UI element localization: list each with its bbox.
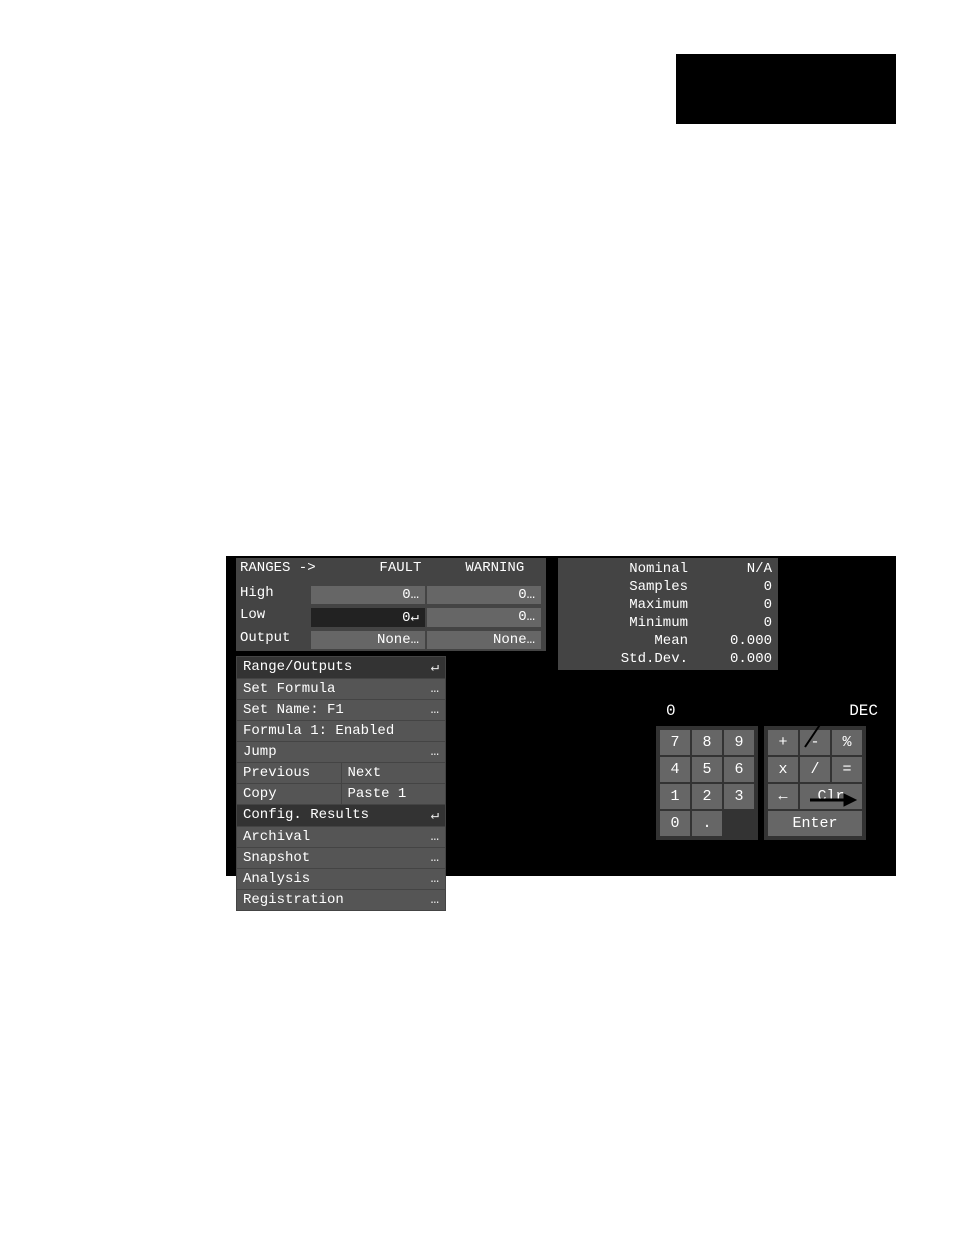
menu-archival-label: Archival <box>243 829 310 845</box>
ranges-title: RANGES -> <box>240 560 353 576</box>
menu-copy[interactable]: Copy <box>237 784 341 804</box>
menu-range-outputs[interactable]: Range/Outputs ↵ <box>237 657 445 678</box>
stats-samples-label: Samples <box>564 579 702 595</box>
ranges-col-warning: WARNING <box>448 560 542 576</box>
calc-key-dot[interactable]: . <box>692 811 722 836</box>
ranges-col-fault: FAULT <box>353 560 447 576</box>
ranges-output-fault[interactable]: None… <box>311 631 425 649</box>
calc-key-blank <box>724 811 754 836</box>
calc-key-3[interactable]: 3 <box>724 784 754 809</box>
calc-key-0[interactable]: 0 <box>660 811 690 836</box>
ranges-high-label: High <box>240 585 310 605</box>
ranges-low-label: Low <box>240 607 310 628</box>
stats-mean-label: Mean <box>564 633 702 649</box>
stats-nominal-value: N/A <box>702 561 772 577</box>
stats-mean-value: 0.000 <box>702 633 772 649</box>
stats-minimum-label: Minimum <box>564 615 702 631</box>
calc-key-1[interactable]: 1 <box>660 784 690 809</box>
ranges-row-high: High 0… 0… <box>236 584 546 606</box>
arrow-callout-icon <box>800 672 860 752</box>
stats-maximum-value: 0 <box>702 597 772 613</box>
stats-panel: Nominal N/A Samples 0 Maximum 0 Minimum … <box>558 558 778 670</box>
calc-key-6[interactable]: 6 <box>724 757 754 782</box>
menu-set-formula-label: Set Formula <box>243 681 335 697</box>
stats-samples: Samples 0 <box>558 578 778 596</box>
calc-key-5[interactable]: 5 <box>692 757 722 782</box>
menu-snapshot[interactable]: Snapshot … <box>237 848 445 868</box>
menu-copy-paste: Copy Paste 1 <box>237 784 445 804</box>
more-icon: … <box>431 681 439 697</box>
menu-config-results[interactable]: Config. Results ↵ <box>237 805 445 826</box>
menu-previous[interactable]: Previous <box>237 763 341 783</box>
calc-key-div[interactable]: / <box>800 757 830 782</box>
menu-set-name[interactable]: Set Name: F1 … <box>237 700 445 720</box>
stats-minimum: Minimum 0 <box>558 614 778 632</box>
ranges-low-warning[interactable]: 0… <box>427 608 541 627</box>
menu-formula1[interactable]: Formula 1: Enabled <box>237 721 445 741</box>
stats-stddev-value: 0.000 <box>702 651 772 667</box>
embedded-screenshot: RANGES -> FAULT WARNING High 0… 0… Low 0… <box>226 556 896 876</box>
more-icon: … <box>431 871 439 887</box>
menu-formula1-label: Formula 1: Enabled <box>243 723 394 739</box>
menu-jump[interactable]: Jump … <box>237 742 445 762</box>
stats-samples-value: 0 <box>702 579 772 595</box>
calc-key-plus[interactable]: + <box>768 730 798 755</box>
ranges-row-low: Low 0↵ 0… <box>236 606 546 629</box>
calc-key-enter[interactable]: Enter <box>768 811 862 836</box>
stats-mean: Mean 0.000 <box>558 632 778 650</box>
stats-stddev-label: Std.Dev. <box>564 651 702 667</box>
menu-set-name-label: Set Name: F1 <box>243 702 344 718</box>
ranges-high-warning[interactable]: 0… <box>427 586 541 604</box>
more-icon: … <box>431 744 439 760</box>
aside-menu: Range/Outputs ↵ Set Formula … Set Name: … <box>236 656 446 911</box>
menu-snapshot-label: Snapshot <box>243 850 310 866</box>
calc-numpad: 7 8 9 4 5 6 1 2 3 0 . <box>656 726 758 840</box>
stats-maximum-label: Maximum <box>564 597 702 613</box>
calc-key-mul[interactable]: x <box>768 757 798 782</box>
ranges-low-fault[interactable]: 0↵ <box>311 608 425 627</box>
calc-key-2[interactable]: 2 <box>692 784 722 809</box>
stats-nominal: Nominal N/A <box>558 560 778 578</box>
stats-nominal-label: Nominal <box>564 561 702 577</box>
header-block <box>676 54 896 124</box>
more-icon: … <box>431 892 439 908</box>
menu-paste[interactable]: Paste 1 <box>342 784 446 804</box>
ranges-panel: RANGES -> FAULT WARNING High 0… 0… Low 0… <box>236 558 546 651</box>
ranges-header: RANGES -> FAULT WARNING <box>236 558 546 578</box>
ranges-output-warning[interactable]: None… <box>427 631 541 649</box>
menu-range-outputs-label: Range/Outputs <box>243 659 352 676</box>
menu-config-results-label: Config. Results <box>243 807 369 824</box>
menu-archival[interactable]: Archival … <box>237 827 445 847</box>
calc-key-9[interactable]: 9 <box>724 730 754 755</box>
calc-key-4[interactable]: 4 <box>660 757 690 782</box>
arrow-callout-icon <box>692 666 742 706</box>
menu-prev-next: Previous Next <box>237 763 445 783</box>
ranges-output-label: Output <box>240 630 310 650</box>
stats-stddev: Std.Dev. 0.000 <box>558 650 778 668</box>
menu-analysis[interactable]: Analysis … <box>237 869 445 889</box>
more-icon: … <box>431 829 439 845</box>
calc-key-7[interactable]: 7 <box>660 730 690 755</box>
menu-set-formula[interactable]: Set Formula … <box>237 679 445 699</box>
more-icon: … <box>431 702 439 718</box>
enter-icon: ↵ <box>431 659 439 676</box>
ranges-high-fault[interactable]: 0… <box>311 586 425 604</box>
stats-minimum-value: 0 <box>702 615 772 631</box>
calc-key-8[interactable]: 8 <box>692 730 722 755</box>
calc-key-eq[interactable]: = <box>832 757 862 782</box>
more-icon: … <box>431 850 439 866</box>
menu-jump-label: Jump <box>243 744 277 760</box>
ranges-row-output: Output None… None… <box>236 629 546 651</box>
calc-key-back[interactable]: ← <box>768 784 798 809</box>
menu-registration[interactable]: Registration … <box>237 890 445 910</box>
stats-maximum: Maximum 0 <box>558 596 778 614</box>
menu-analysis-label: Analysis <box>243 871 310 887</box>
calc-display-value: 0 <box>666 702 676 720</box>
enter-icon: ↵ <box>431 807 439 824</box>
arrow-callout-icon <box>808 790 858 810</box>
menu-next[interactable]: Next <box>342 763 446 783</box>
menu-registration-label: Registration <box>243 892 344 908</box>
